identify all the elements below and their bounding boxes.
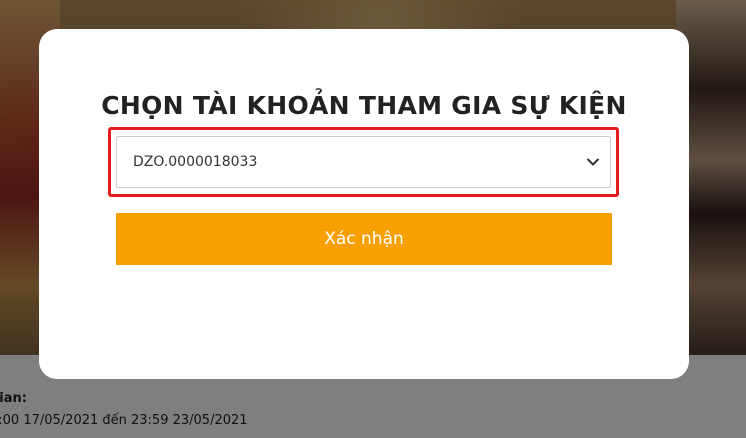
account-select-modal: CHỌN TÀI KHOẢN THAM GIA SỰ KIỆN DZO.0000… bbox=[39, 29, 689, 379]
chevron-down-icon bbox=[587, 158, 599, 166]
modal-title: CHỌN TÀI KHOẢN THAM GIA SỰ KIỆN bbox=[101, 91, 627, 120]
page: gian: 0:00 17/05/2021 đến 23:59 23/05/20… bbox=[0, 0, 746, 438]
confirm-button[interactable]: Xác nhận bbox=[116, 213, 612, 265]
account-select[interactable]: DZO.0000018033 bbox=[116, 136, 611, 188]
account-select-value: DZO.0000018033 bbox=[133, 154, 258, 170]
